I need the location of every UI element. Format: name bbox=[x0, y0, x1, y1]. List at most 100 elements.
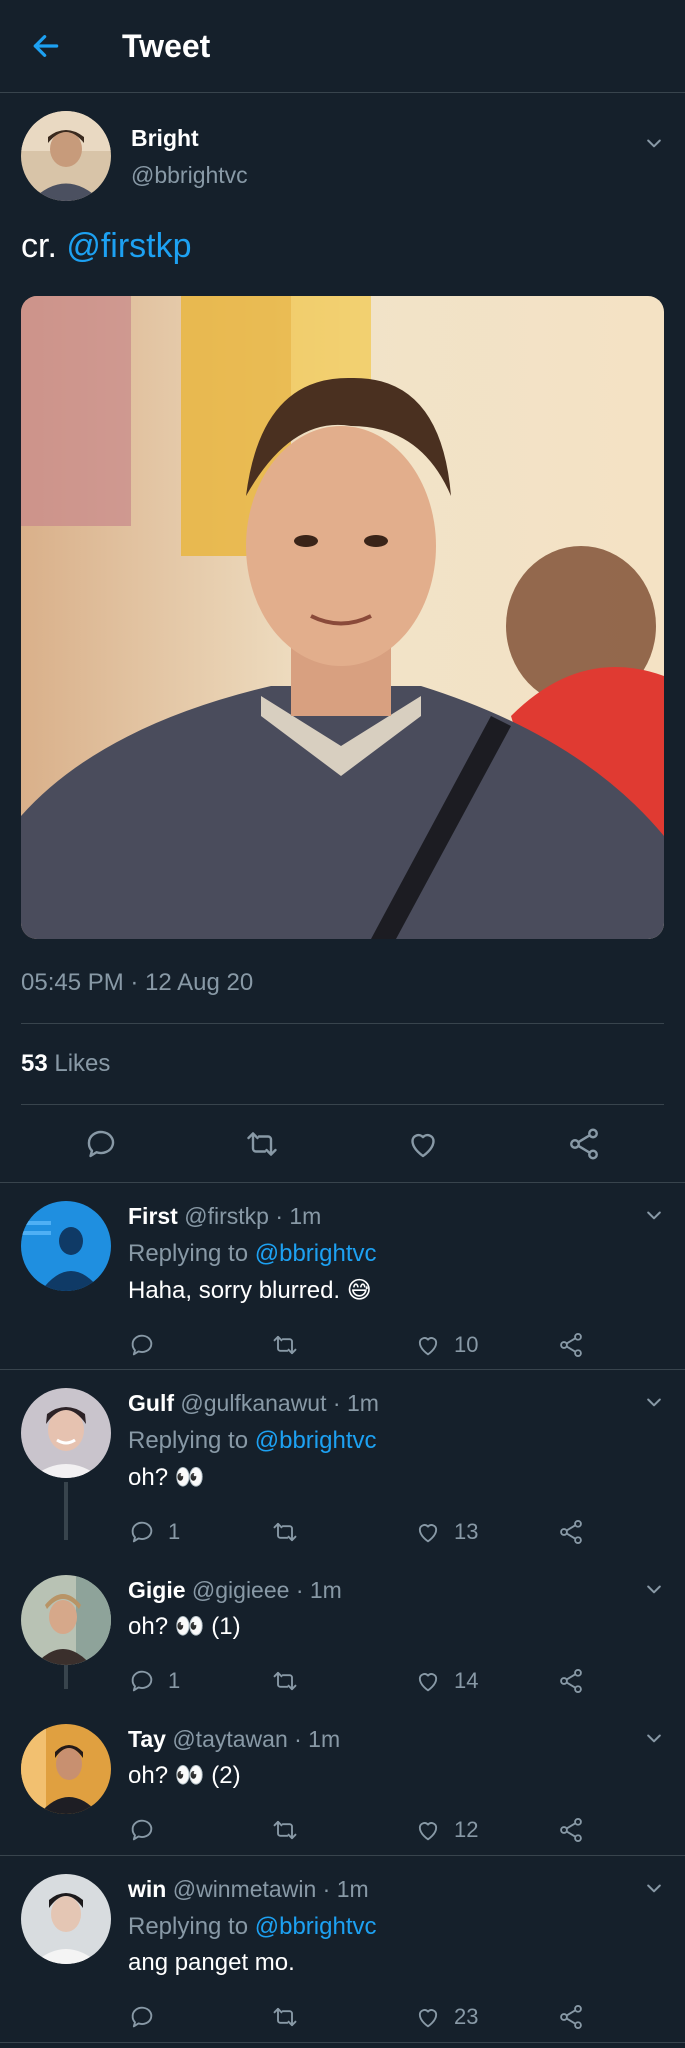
replying-to-prefix: Replying to bbox=[128, 1913, 255, 1940]
likes-label: Likes bbox=[54, 1050, 111, 1077]
replies-list: First @firstkp · 1m Replying to @bbright… bbox=[0, 1182, 685, 2043]
replying-to: Replying to @bbrightvc bbox=[128, 1240, 685, 1268]
avatar[interactable] bbox=[21, 1874, 111, 1964]
reply-header: First @firstkp · 1m bbox=[128, 1203, 685, 1230]
reply-icon[interactable] bbox=[128, 1518, 156, 1546]
reply-icon[interactable] bbox=[128, 1816, 156, 1844]
share-icon[interactable] bbox=[557, 1667, 585, 1695]
author-name[interactable]: Bright bbox=[131, 125, 248, 152]
reply-author-handle[interactable]: @gulfkanawut bbox=[180, 1390, 326, 1416]
back-arrow-icon[interactable] bbox=[30, 30, 62, 62]
avatar[interactable] bbox=[21, 1201, 111, 1291]
like-count: 13 bbox=[454, 1519, 479, 1544]
reply-icon[interactable] bbox=[128, 1667, 156, 1695]
heart-icon[interactable] bbox=[414, 2003, 442, 2031]
heart-icon[interactable] bbox=[414, 1518, 442, 1546]
heart-icon[interactable] bbox=[405, 1126, 441, 1162]
reply-header: Gigie @gigieee · 1m bbox=[128, 1577, 685, 1604]
reply-text: oh? 👀 bbox=[128, 1464, 205, 1491]
reply-author-name[interactable]: Gulf bbox=[128, 1390, 174, 1416]
reply-item[interactable]: First @firstkp · 1m Replying to @bbright… bbox=[0, 1183, 685, 1370]
reply-header: Gulf @gulfkanawut · 1m bbox=[128, 1390, 685, 1417]
retweet-icon[interactable] bbox=[244, 1126, 280, 1162]
author-handle[interactable]: @bbrightvc bbox=[131, 162, 248, 189]
likes-summary[interactable]: 53 Likes bbox=[21, 1024, 664, 1105]
heart-icon[interactable] bbox=[414, 1816, 442, 1844]
reply-thread: Gulf @gulfkanawut · 1m Replying to @bbri… bbox=[0, 1370, 685, 1856]
replying-to: Replying to @bbrightvc bbox=[128, 1427, 685, 1455]
reply-header: Tay @taytawan · 1m bbox=[128, 1726, 685, 1753]
reply-author-handle[interactable]: @firstkp bbox=[184, 1203, 269, 1229]
reply-time: · 1m bbox=[332, 1390, 379, 1416]
avatar[interactable] bbox=[21, 1575, 111, 1665]
like-count: 23 bbox=[454, 2004, 479, 2029]
reply-item[interactable]: win @winmetawin · 1m Replying to @bbrigh… bbox=[0, 1856, 685, 2043]
reply-icon[interactable] bbox=[128, 2003, 156, 2031]
likes-count: 53 bbox=[21, 1050, 48, 1077]
reply-author-name[interactable]: First bbox=[128, 1203, 178, 1229]
reply-item[interactable]: Gigie @gigieee · 1m oh? 👀 (1) 1 14 bbox=[0, 1557, 685, 1706]
reply-author-name[interactable]: Tay bbox=[128, 1726, 166, 1752]
reply-time: · 1m bbox=[295, 1577, 342, 1603]
replying-to-link[interactable]: @bbrightvc bbox=[255, 1427, 377, 1454]
chevron-down-icon[interactable] bbox=[644, 133, 664, 153]
chevron-down-icon[interactable] bbox=[644, 1878, 664, 1898]
chevron-down-icon[interactable] bbox=[644, 1205, 664, 1225]
share-icon[interactable] bbox=[557, 1331, 585, 1359]
share-icon[interactable] bbox=[557, 2003, 585, 2031]
reply-count: 1 bbox=[168, 1668, 181, 1693]
reply-author-name[interactable]: win bbox=[128, 1876, 166, 1902]
chevron-down-icon[interactable] bbox=[644, 1392, 664, 1412]
reply-time: · 1m bbox=[294, 1726, 341, 1752]
reply-author-handle[interactable]: @taytawan bbox=[172, 1726, 287, 1752]
main-tweet: Bright @bbrightvc cr. @firstkp 05:45 PM … bbox=[0, 111, 685, 1182]
chevron-down-icon[interactable] bbox=[644, 1728, 664, 1748]
reply-time: · 1m bbox=[275, 1203, 322, 1229]
reply-text: oh? 👀 (1) bbox=[128, 1613, 241, 1640]
share-icon[interactable] bbox=[566, 1126, 602, 1162]
replying-to: Replying to @bbrightvc bbox=[128, 1913, 685, 1941]
tweet-action-bar bbox=[21, 1105, 664, 1182]
heart-icon[interactable] bbox=[414, 1667, 442, 1695]
reply-icon[interactable] bbox=[83, 1126, 119, 1162]
replying-to-link[interactable]: @bbrightvc bbox=[255, 1913, 377, 1940]
share-icon[interactable] bbox=[557, 1518, 585, 1546]
like-count: 12 bbox=[454, 1817, 479, 1842]
retweet-icon[interactable] bbox=[271, 1518, 299, 1546]
reply-author-handle[interactable]: @winmetawin bbox=[173, 1876, 317, 1902]
reply-author-name[interactable]: Gigie bbox=[128, 1577, 186, 1603]
replying-to-prefix: Replying to bbox=[128, 1240, 255, 1267]
top-bar: Tweet bbox=[0, 0, 685, 93]
tweet-author: Bright @bbrightvc bbox=[21, 111, 664, 201]
retweet-icon[interactable] bbox=[271, 1816, 299, 1844]
avatar[interactable] bbox=[21, 1388, 111, 1478]
reply-item[interactable]: Gulf @gulfkanawut · 1m Replying to @bbri… bbox=[0, 1370, 685, 1557]
reply-text: ang panget mo. bbox=[128, 1949, 295, 1976]
like-count: 10 bbox=[454, 1332, 479, 1357]
retweet-icon[interactable] bbox=[271, 2003, 299, 2031]
tweet-photo[interactable] bbox=[21, 296, 664, 939]
like-count: 14 bbox=[454, 1668, 479, 1693]
share-icon[interactable] bbox=[557, 1816, 585, 1844]
mention-link[interactable]: @firstkp bbox=[66, 227, 191, 265]
reply-header: win @winmetawin · 1m bbox=[128, 1876, 685, 1903]
reply-icon[interactable] bbox=[128, 1331, 156, 1359]
reply-text: oh? 👀 (2) bbox=[128, 1762, 241, 1789]
retweet-icon[interactable] bbox=[271, 1331, 299, 1359]
chevron-down-icon[interactable] bbox=[644, 1579, 664, 1599]
heart-icon[interactable] bbox=[414, 1331, 442, 1359]
tweet-text: cr. @firstkp bbox=[21, 227, 664, 266]
reply-time: · 1m bbox=[322, 1876, 369, 1902]
reply-text: Haha, sorry blurred. 😅 bbox=[128, 1277, 372, 1304]
reply-count: 1 bbox=[168, 1519, 181, 1544]
retweet-icon[interactable] bbox=[271, 1667, 299, 1695]
page-title: Tweet bbox=[122, 27, 211, 64]
avatar[interactable] bbox=[21, 111, 111, 201]
tweet-text-prefix: cr. bbox=[21, 227, 67, 265]
reply-author-handle[interactable]: @gigieee bbox=[192, 1577, 290, 1603]
avatar[interactable] bbox=[21, 1724, 111, 1814]
replying-to-link[interactable]: @bbrightvc bbox=[255, 1240, 377, 1267]
tweet-timestamp: 05:45 PM · 12 Aug 20 bbox=[21, 969, 664, 1024]
reply-item[interactable]: Tay @taytawan · 1m oh? 👀 (2) 12 bbox=[0, 1706, 685, 1856]
reply-actions: 23 bbox=[128, 1981, 685, 2048]
